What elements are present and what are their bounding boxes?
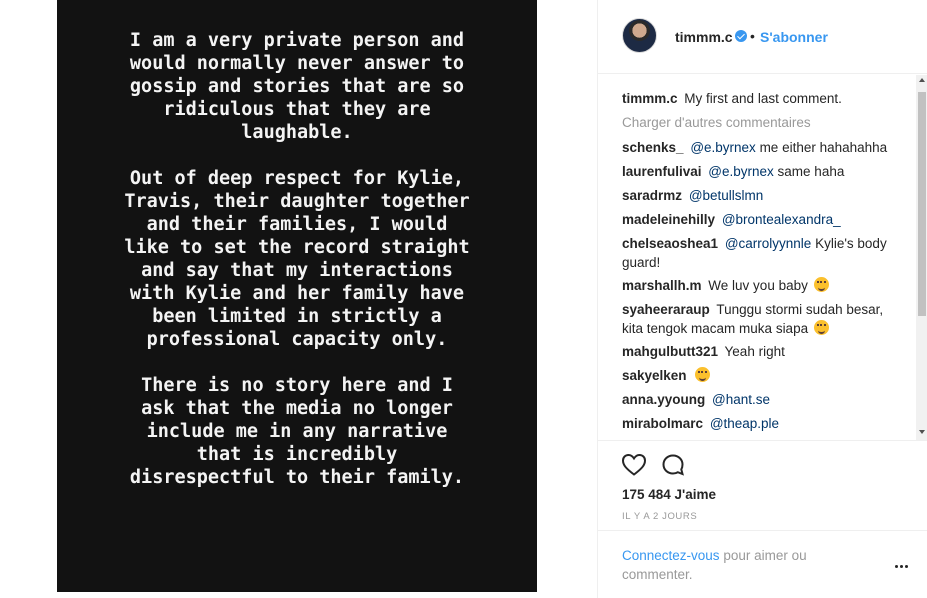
post-timestamp[interactable]: IL Y A 2 JOURS (622, 511, 697, 522)
caption-text: My first and last comment. (684, 91, 842, 106)
tongue-face-emoji-icon (813, 319, 829, 335)
comment-mention[interactable]: @carrolyynnle (725, 236, 811, 251)
comment-mention[interactable]: @hant.se (712, 392, 770, 407)
scroll-up-arrow-icon[interactable] (919, 78, 925, 82)
comment-text: We luv you baby (708, 278, 808, 293)
author-avatar[interactable] (622, 18, 657, 53)
comment-username[interactable]: madeleinehilly (622, 212, 715, 227)
comment-username[interactable]: schenks_ (622, 140, 684, 155)
post-caption: timmm.c My first and last comment. (622, 90, 912, 108)
comment-username[interactable]: sakyelken (622, 368, 687, 383)
header-separator: • (750, 28, 755, 44)
post-header: timmm.c • S'abonner (598, 0, 927, 74)
comment-text: same haha (777, 164, 845, 179)
comment-item: laurenfulivai @e.byrnex same haha (622, 163, 892, 182)
speech-bubble-icon[interactable] (661, 453, 687, 477)
follow-button[interactable]: S'abonner (760, 29, 828, 45)
comment-username[interactable]: syaheeraraup (622, 302, 710, 317)
comment-username[interactable]: chelseaoshea1 (622, 236, 718, 251)
scroll-thumb[interactable] (918, 92, 926, 316)
comment-item: anna.yyoung @hant.se (622, 391, 892, 410)
comment-mention[interactable]: @theap.ple (710, 416, 779, 431)
post-side-panel: timmm.c • S'abonner timmm.c My first and… (597, 0, 927, 598)
comment-username[interactable]: saradrmz (622, 188, 682, 203)
comment-item: mahgulbutt321 Yeah right (622, 343, 892, 362)
comment-item: saradrmz @betullslmn (622, 187, 892, 206)
comment-item: syaheeraraup Tunggu stormi sudah besar, … (622, 301, 897, 338)
likes-count[interactable]: 175 484 J'aime (622, 487, 716, 502)
comment-mention[interactable]: @betullslmn (689, 188, 763, 203)
story-text-image[interactable]: I am a very private person and would nor… (57, 0, 537, 592)
load-more-comments-button[interactable]: Charger d'autres commentaires (622, 115, 811, 130)
statement-paragraph-3: There is no story here and I ask that th… (129, 375, 465, 488)
comment-username[interactable]: marshallh.m (622, 278, 702, 293)
comment-item: mirabolmarc @theap.ple (622, 415, 892, 434)
heart-outline-icon[interactable] (621, 453, 647, 477)
comment-mention[interactable]: @e.byrnex (708, 164, 773, 179)
statement-paragraph-2: Out of deep respect for Kylie, Travis, t… (124, 168, 470, 350)
verified-badge-icon (735, 30, 747, 42)
ellipsis-icon[interactable] (894, 560, 910, 574)
comment-item: madeleinehilly @brontealexandra_ (622, 211, 892, 230)
comment-mention[interactable]: @brontealexandra_ (722, 212, 841, 227)
statement-paragraph-1: I am a very private person and would nor… (129, 30, 465, 143)
comments-list[interactable]: timmm.c My first and last comment. Charg… (598, 75, 916, 440)
login-prompt: Connectez-vous pour aimer ou commenter. (598, 530, 927, 598)
comment-username[interactable]: laurenfulivai (622, 164, 702, 179)
author-username[interactable]: timmm.c (675, 29, 733, 45)
comment-item: schenks_ @e.byrnex me either hahahahha (622, 139, 892, 158)
kissing-face-emoji-icon (813, 277, 829, 292)
scroll-down-arrow-icon[interactable] (919, 430, 925, 434)
comment-text: me either hahahahha (759, 140, 888, 155)
login-link[interactable]: Connectez-vous (622, 548, 720, 563)
caption-username[interactable]: timmm.c (622, 91, 678, 106)
comment-username[interactable]: anna.yyoung (622, 392, 705, 407)
comment-username[interactable]: mirabolmarc (622, 416, 703, 431)
statement-text: I am a very private person and would nor… (57, 29, 537, 512)
comment-item: chelseaoshea1 @carrolyynnle Kylie's body… (622, 235, 897, 272)
comment-item: marshallh.m We luv you baby (622, 277, 892, 296)
comment-mention[interactable]: @e.byrnex (690, 140, 755, 155)
comment-text: Yeah right (724, 344, 785, 359)
post-actions: 175 484 J'aime IL Y A 2 JOURS (598, 440, 927, 538)
comment-item: sakyelken (622, 367, 892, 386)
comment-username[interactable]: mahgulbutt321 (622, 344, 718, 359)
login-prompt-text: Connectez-vous pour aimer ou commenter. (622, 546, 852, 584)
upside-down-face-emoji-icon (695, 367, 711, 382)
comments-scrollbar[interactable] (916, 75, 927, 440)
